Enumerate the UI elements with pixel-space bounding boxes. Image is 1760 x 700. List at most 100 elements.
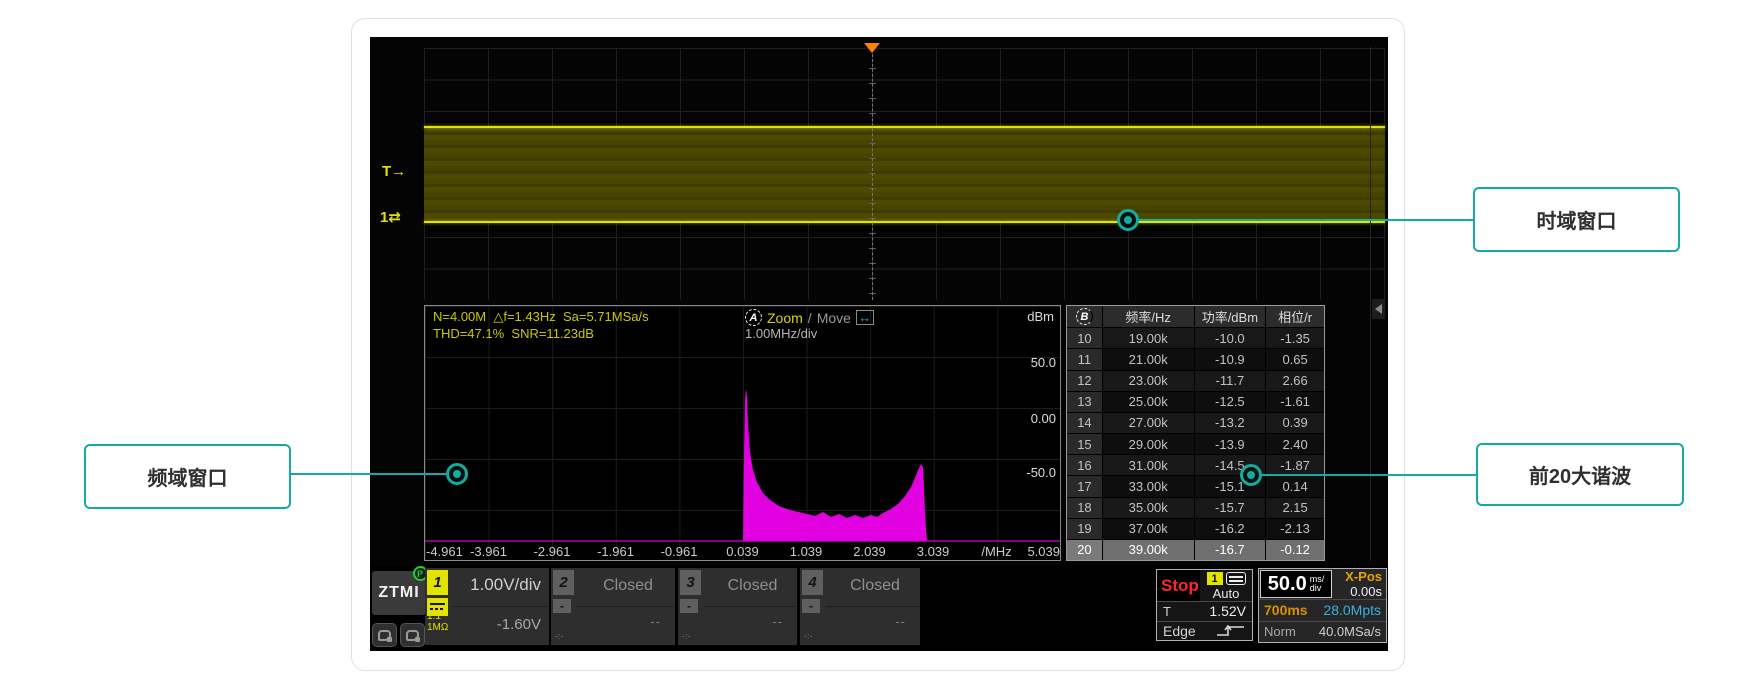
brand-logo: ZTMI P: [372, 571, 426, 615]
rising-edge-icon: [1216, 623, 1246, 638]
ch1-waveform: [424, 127, 1385, 222]
table-row[interactable]: 2039.00k-16.7-0.12: [1067, 539, 1324, 560]
channel-2-state: Closed: [581, 577, 675, 595]
channel-1-block[interactable]: 1 1:11MΩ 1.00V/div -1.60V: [425, 568, 549, 645]
hand-icon: [406, 630, 419, 641]
ch1-position-marker[interactable]: 1⇄: [380, 208, 401, 226]
channel-1-badge[interactable]: 1: [427, 570, 448, 595]
col-power: 功率/dBm: [1195, 306, 1267, 327]
acquire-mode[interactable]: Norm: [1264, 624, 1296, 639]
channel-3-value: --: [772, 614, 783, 629]
channel-3-tiny: -:-: [682, 631, 691, 641]
record-window: 700ms: [1264, 602, 1308, 618]
fft-x-tick: 1.039: [790, 544, 823, 559]
freq-domain-callout: 频域窗口: [84, 444, 291, 509]
table-row[interactable]: 1835.00k-15.72.15: [1067, 497, 1324, 518]
harmonics-callout: 前20大谐波: [1476, 443, 1684, 506]
fft-x-tick: 5.039: [1027, 544, 1060, 559]
trigger-level-marker[interactable]: T→: [382, 163, 406, 180]
fft-spectrum-svg: [425, 306, 1060, 560]
xpos-value[interactable]: 0.00s: [1350, 584, 1382, 599]
fft-x-tick: -2.961: [534, 544, 571, 559]
knob-b-icon: B: [1076, 308, 1093, 325]
harmonics-rows: 1019.00k-10.0-1.351121.00k-10.90.651223.…: [1067, 327, 1324, 560]
fft-y-tick: 50.0: [1031, 355, 1056, 370]
channel-1-scale[interactable]: 1.00V/div: [470, 575, 541, 595]
fft-window: N=4.00M △f=1.43Hz Sa=5.71MSa/s THD=47.1%…: [424, 305, 1061, 561]
trigger-panel[interactable]: Stop 1 Auto T 1.52V Edge: [1156, 569, 1253, 641]
fft-scale-label: 1.00MHz/div: [745, 326, 817, 341]
channel-2-block[interactable]: 2 - Closed -- -:-: [551, 568, 675, 645]
channel-4-badge[interactable]: 4: [802, 570, 823, 595]
trigger-sweep-mode[interactable]: Auto: [1213, 586, 1240, 601]
freq-domain-callout-dot: [446, 463, 468, 485]
channel-2-value: --: [650, 614, 661, 629]
trigger-level-value[interactable]: 1.52V: [1209, 603, 1246, 619]
channel-1-offset[interactable]: -1.60V: [497, 616, 541, 633]
status-bar: ZTMI P 1 1:11MΩ 1.00V/div -1.60V 2 - Clo…: [370, 565, 1388, 651]
fft-mode-header[interactable]: A Zoom / Move ↔: [745, 309, 874, 326]
sample-rate: 40.0MSa/s: [1319, 624, 1381, 639]
horizontal-panel[interactable]: 50.0 ms/ div X-Pos 0.00s 700ms 28.0Mpts: [1258, 568, 1387, 643]
side-panel-handle[interactable]: [1372, 299, 1385, 319]
xpos-label: X-Pos: [1345, 569, 1382, 584]
fft-x-tick: 3.039: [917, 544, 950, 559]
timebase-value: 50.0: [1268, 573, 1307, 596]
table-row[interactable]: 1325.00k-12.5-1.61: [1067, 391, 1324, 412]
table-row[interactable]: 1631.00k-14.5-1.87: [1067, 454, 1324, 475]
fft-spectrum-shape: [743, 388, 927, 541]
fft-x-axis: -4.961-3.961-2.961-1.961-0.9610.0391.039…: [425, 542, 1060, 560]
record-points: 28.0Mpts: [1323, 602, 1381, 618]
display-icon: [1226, 572, 1246, 585]
fft-x-tick: /MHz: [981, 544, 1011, 559]
table-row[interactable]: 1937.00k-16.2-2.13: [1067, 518, 1324, 539]
fft-y-tick: 0.00: [1031, 411, 1056, 426]
side-panel-divider: [1370, 47, 1371, 561]
trigger-position-icon[interactable]: [864, 43, 880, 53]
fft-move-label[interactable]: Move: [817, 310, 851, 326]
fft-zoom-label[interactable]: Zoom: [767, 310, 803, 326]
channel-3-coupling: -: [680, 599, 698, 613]
channel-3-block[interactable]: 3 - Closed -- -:-: [678, 568, 797, 645]
brand-text: ZTMI: [378, 584, 419, 602]
channel-4-tiny: -:-: [804, 631, 813, 641]
trigger-position-line: [869, 54, 876, 300]
col-phase: 相位/r: [1266, 306, 1324, 327]
time-domain-callout-line: [1139, 219, 1473, 221]
fft-info-line1: N=4.00M △f=1.43Hz Sa=5.71MSa/s: [433, 309, 649, 325]
trigger-level-label: T: [1163, 604, 1171, 619]
channel-4-state: Closed: [830, 577, 920, 595]
channel-3-badge[interactable]: 3: [680, 570, 701, 595]
fft-x-tick: -1.961: [597, 544, 634, 559]
channel-2-coupling: -: [553, 599, 571, 613]
harmonics-table: B 频率/Hz 功率/dBm 相位/r 1019.00k-10.0-1.3511…: [1066, 305, 1325, 561]
table-row[interactable]: 1019.00k-10.0-1.35: [1067, 327, 1324, 348]
touch-gesture-button[interactable]: [372, 623, 397, 647]
fft-x-tick: -4.961: [426, 544, 463, 559]
channel-1-probe: 1:11MΩ: [427, 611, 448, 633]
table-row[interactable]: 1223.00k-11.72.66: [1067, 370, 1324, 391]
table-row[interactable]: 1733.00k-15.10.14: [1067, 475, 1324, 496]
horizontal-move-icon[interactable]: ↔: [856, 310, 874, 325]
oscilloscope-screen: T→ 1⇄ N=4.00M △f=1.43Hz Sa=5.71MSa/s THD…: [370, 37, 1388, 651]
time-domain-callout-dot: [1117, 209, 1139, 231]
trigger-type[interactable]: Edge: [1163, 623, 1196, 639]
channel-4-value: --: [895, 614, 906, 629]
fft-info-line2: THD=47.1% SNR=11.23dB: [433, 326, 594, 341]
fft-x-tick: -0.961: [661, 544, 698, 559]
table-row[interactable]: 1529.00k-13.92.40: [1067, 433, 1324, 454]
fft-x-tick: 2.039: [853, 544, 886, 559]
annotated-oscilloscope-screenshot: T→ 1⇄ N=4.00M △f=1.43Hz Sa=5.71MSa/s THD…: [0, 0, 1760, 700]
channel-2-badge[interactable]: 2: [553, 570, 574, 595]
trigger-source-badge[interactable]: 1: [1207, 572, 1223, 585]
harmonics-callout-line: [1262, 474, 1476, 476]
freq-domain-callout-line: [291, 473, 446, 475]
acquisition-state[interactable]: Stop: [1157, 570, 1200, 601]
table-row[interactable]: 1121.00k-10.90.65: [1067, 348, 1324, 369]
channel-4-block[interactable]: 4 - Closed -- -:-: [800, 568, 920, 645]
time-domain-callout: 时域窗口: [1473, 187, 1680, 252]
table-row[interactable]: 1427.00k-13.20.39: [1067, 412, 1324, 433]
knob-a-icon: A: [745, 309, 762, 326]
touch-lock-button[interactable]: [400, 623, 425, 647]
timebase-button[interactable]: 50.0 ms/ div: [1260, 570, 1332, 598]
